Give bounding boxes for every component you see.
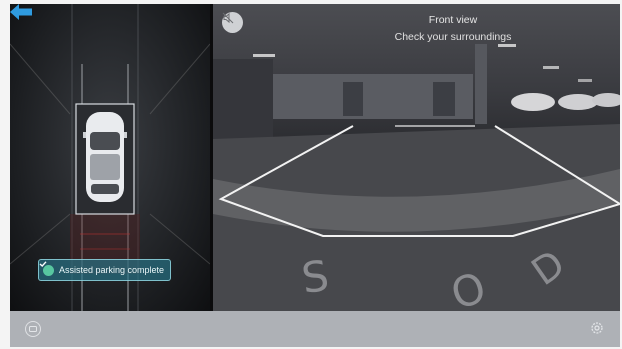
surround-view-panel: Assisted parking complete — [10, 4, 210, 311]
parking-assist-screen: Assisted parking complete S O D Front vi… — [10, 4, 620, 347]
view-toggle-button[interactable] — [25, 321, 41, 337]
front-camera-panel: S O D Front view Check your surroundings — [213, 4, 620, 311]
camera-view-title: Front view — [428, 14, 478, 26]
speaker-muted-icon — [222, 12, 234, 24]
settings-button[interactable] — [590, 321, 604, 335]
parking-status-toast: Assisted parking complete — [38, 259, 172, 281]
parking-status-text: Assisted parking complete — [59, 265, 165, 275]
view-toggle-icon — [29, 326, 37, 332]
checkmark-icon — [39, 261, 54, 276]
arrow-left-icon — [10, 4, 32, 20]
settings-gear-icon — [591, 322, 603, 334]
vehicle-top-view — [83, 112, 127, 202]
bottom-bar — [10, 311, 620, 347]
camera-feed: S O D — [213, 44, 620, 311]
mute-button[interactable] — [222, 12, 243, 33]
camera-view-hint: Check your surroundings — [394, 31, 512, 43]
